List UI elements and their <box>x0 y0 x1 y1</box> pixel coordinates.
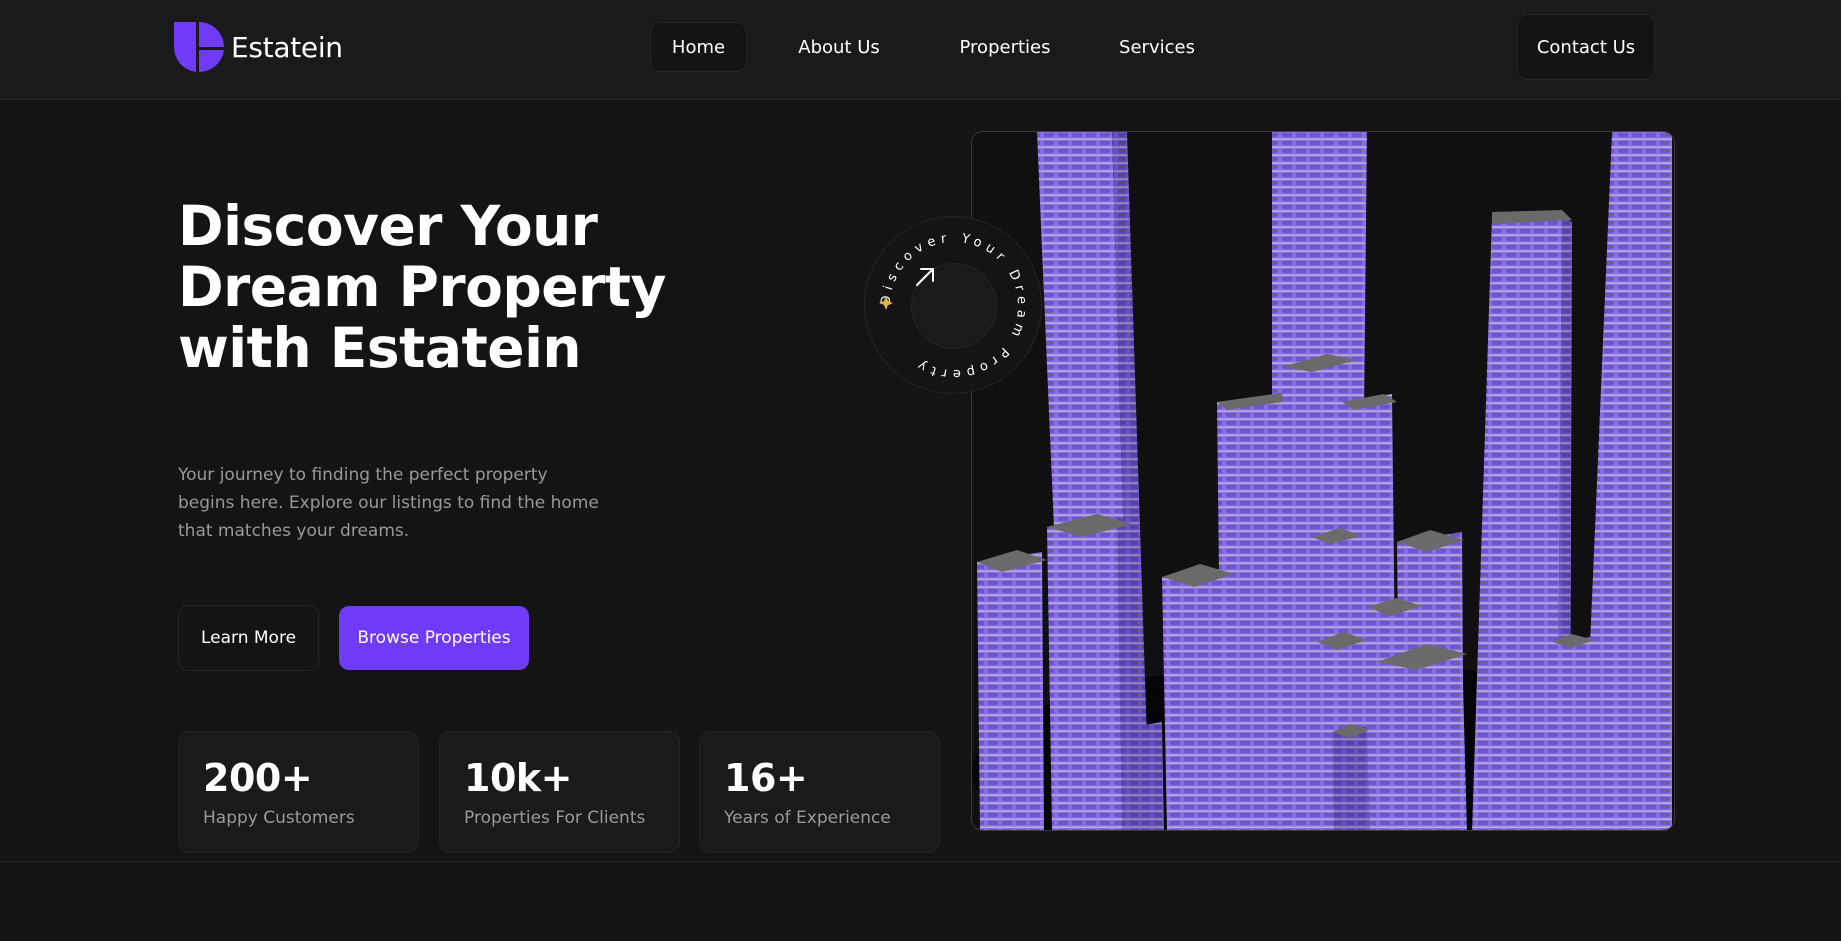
contact-us-button[interactable]: Contact Us <box>1517 14 1655 80</box>
main-nav: Home About Us Properties Services <box>650 22 1235 72</box>
stat-value: 200+ <box>203 756 313 800</box>
stat-card-properties: 10k+ Properties For Clients <box>439 731 680 853</box>
discover-badge[interactable]: Discover Your Dream Property <box>864 216 1042 394</box>
nav-item-about-us[interactable]: About Us <box>747 22 931 72</box>
stat-label: Years of Experience <box>724 808 891 828</box>
stat-label: Properties For Clients <box>464 808 646 828</box>
stat-card-customers: 200+ Happy Customers <box>178 731 419 853</box>
stat-value: 10k+ <box>464 756 573 800</box>
nav-item-properties[interactable]: Properties <box>931 22 1079 72</box>
section-divider <box>0 861 1841 862</box>
hero-title: Discover Your Dream Property with Estate… <box>178 194 666 380</box>
stat-value: 16+ <box>724 756 808 800</box>
badge-center <box>911 263 997 349</box>
stat-card-experience: 16+ Years of Experience <box>699 731 940 853</box>
hero-image <box>971 131 1675 831</box>
buildings-illustration <box>972 132 1674 830</box>
hero-description: Your journey to finding the perfect prop… <box>178 465 599 541</box>
logo-icon <box>174 22 224 72</box>
site-header: Estatein Home About Us Properties Servic… <box>0 0 1841 100</box>
arrow-up-right-icon <box>916 268 934 286</box>
brand-name: Estatein <box>231 30 343 64</box>
nav-item-services[interactable]: Services <box>1079 22 1235 72</box>
browse-properties-button[interactable]: Browse Properties <box>339 606 529 670</box>
learn-more-button[interactable]: Learn More <box>178 605 319 671</box>
brand-logo[interactable]: Estatein <box>174 22 343 72</box>
stat-label: Happy Customers <box>203 808 355 828</box>
nav-item-home[interactable]: Home <box>650 22 747 72</box>
